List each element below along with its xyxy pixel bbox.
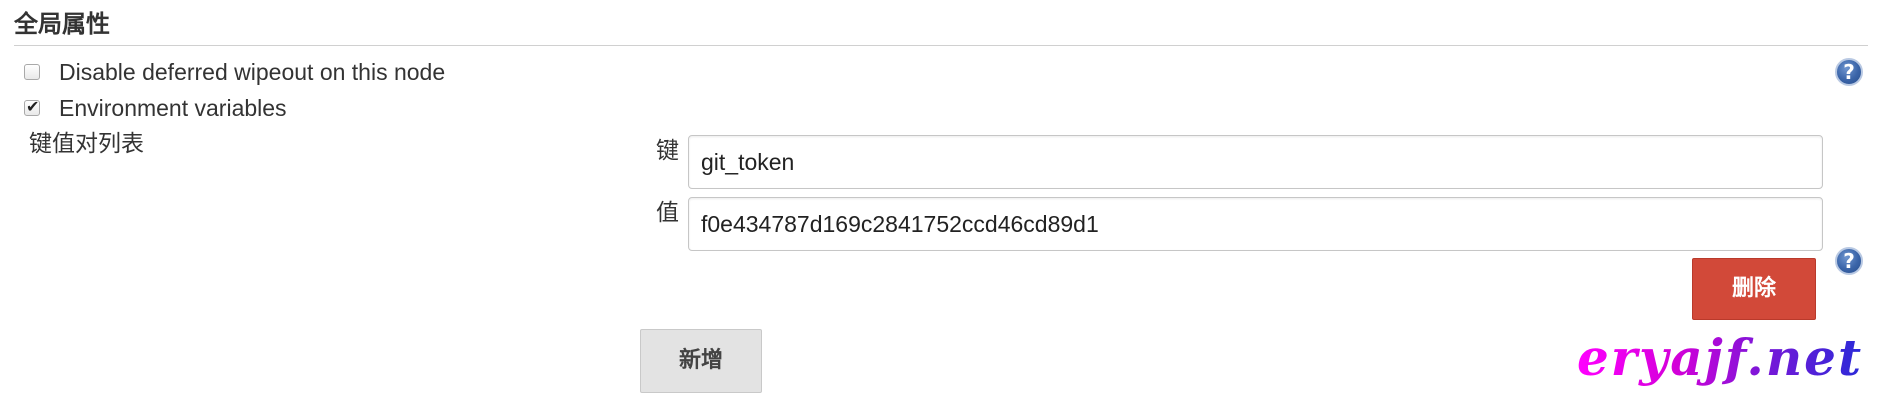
- add-button[interactable]: 新增: [640, 329, 762, 393]
- checkmark-icon: ✔: [26, 97, 40, 116]
- value-input[interactable]: [688, 197, 1823, 251]
- watermark-text: eryajf.net: [1577, 328, 1864, 387]
- disable-wipeout-label[interactable]: Disable deferred wipeout on this node: [59, 57, 445, 87]
- key-value-list-label: 键值对列表: [29, 130, 144, 156]
- section-divider: [14, 45, 1868, 46]
- key-field-label: 键: [656, 137, 679, 163]
- watermark: eryajf.net: [1577, 328, 1863, 388]
- option-environment-variables[interactable]: ✔ Environment variables: [24, 93, 287, 123]
- environment-variables-label[interactable]: Environment variables: [59, 93, 287, 123]
- value-field-label: 值: [656, 199, 679, 225]
- option-disable-wipeout[interactable]: Disable deferred wipeout on this node: [24, 57, 445, 87]
- disable-wipeout-checkbox[interactable]: [24, 64, 40, 80]
- delete-button[interactable]: 删除: [1692, 258, 1816, 320]
- environment-variables-checkbox[interactable]: ✔: [24, 97, 40, 116]
- help-icon[interactable]: ?: [1835, 58, 1863, 86]
- section-title: 全局属性: [14, 11, 110, 38]
- help-icon[interactable]: ?: [1835, 247, 1863, 275]
- key-input[interactable]: [688, 135, 1823, 189]
